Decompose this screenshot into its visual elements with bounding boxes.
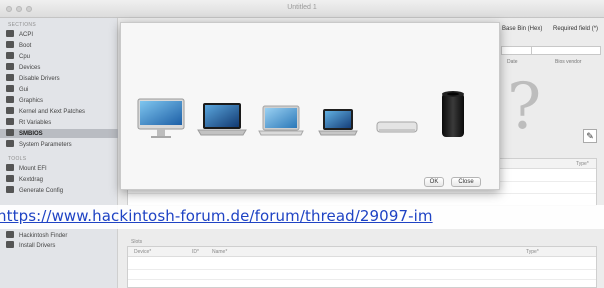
- kernel-patches-icon: [6, 107, 14, 114]
- sidebar-item-boot[interactable]: Boot: [6, 41, 118, 50]
- devices-icon: [6, 63, 14, 70]
- sidebar-item-label: Kextdrag: [19, 177, 44, 183]
- bios-vendor-label: Bios vendor: [555, 59, 582, 65]
- sidebar-section-heading-tools: TOOLS: [8, 156, 27, 162]
- sidebar-item-acpi[interactable]: ACPI: [6, 30, 118, 39]
- sidebar-item-smbios[interactable]: SMBIOS: [0, 129, 118, 138]
- close-button[interactable]: Close: [451, 177, 481, 187]
- sidebar-item-label: Rt Variables: [19, 120, 52, 126]
- slots-group-label: Slots: [131, 239, 143, 245]
- boot-icon: [6, 41, 14, 48]
- base-bin-header: Base Bin (Hex): [502, 26, 543, 32]
- sidebar-item-label: ACPI: [19, 32, 34, 38]
- mac-mini-icon: [376, 121, 418, 133]
- sidebar-tool-mount-efi[interactable]: Mount EFI: [6, 164, 118, 173]
- url-overlay: https://www.hackintosh-forum.de/forum/th…: [0, 205, 604, 229]
- sidebar: SECTIONS ACPI Boot Cpu Devices Disable D…: [0, 18, 118, 288]
- sidebar-tool-install-drivers[interactable]: Install Drivers: [6, 241, 118, 250]
- system-parameters-icon: [6, 140, 14, 147]
- sidebar-item-label: System Parameters: [19, 142, 72, 148]
- install-drivers-icon: [6, 241, 14, 248]
- forum-url-link[interactable]: https://www.hackintosh-forum.de/forum/th…: [0, 207, 433, 225]
- disable-drivers-icon: [6, 74, 14, 81]
- macbook-pro-option[interactable]: [197, 101, 247, 141]
- kextdrag-icon: [6, 175, 14, 182]
- sidebar-item-label: Devices: [19, 65, 41, 71]
- cpu-icon: [6, 52, 14, 59]
- table-row: [128, 193, 596, 194]
- sidebar-item-system-parameters[interactable]: System Parameters: [6, 140, 118, 149]
- sidebar-item-label: SMBIOS: [19, 131, 43, 137]
- gui-icon: [6, 85, 14, 92]
- mac-mini-option[interactable]: [375, 119, 419, 135]
- mac-pro-icon: [442, 91, 464, 137]
- sidebar-item-label: Gui: [19, 87, 29, 93]
- acpi-icon: [6, 30, 14, 37]
- ok-button[interactable]: OK: [424, 177, 444, 187]
- table-row: [128, 269, 596, 270]
- sidebar-tool-kextdrag[interactable]: Kextdrag: [6, 175, 118, 184]
- sidebar-item-gui[interactable]: Gui: [6, 85, 118, 94]
- sidebar-item-kernel-kext-patches[interactable]: Kernel and Kext Patches: [6, 107, 118, 116]
- imac-option[interactable]: [135, 97, 187, 141]
- required-field-header: Required field (*): [553, 26, 599, 32]
- macbook-air-icon: [258, 105, 304, 136]
- rt-variables-icon: [6, 118, 14, 125]
- sidebar-item-disable-drivers[interactable]: Disable Drivers: [6, 74, 118, 83]
- imac-icon: [137, 98, 185, 138]
- slots-col-id: ID*: [192, 249, 199, 255]
- smbios-icon: [6, 129, 14, 136]
- sidebar-tool-hackintosh-finder[interactable]: Hackintosh Finder: [6, 231, 118, 240]
- sidebar-item-label: Graphics: [19, 98, 44, 104]
- required-field[interactable]: [531, 46, 601, 55]
- app-window: Untitled 1 SECTIONS ACPI Boot Cpu Device…: [0, 0, 604, 288]
- sidebar-section-heading: SECTIONS: [8, 22, 36, 28]
- macbook-air-option[interactable]: [257, 103, 305, 141]
- macbook-pro-icon: [197, 103, 247, 136]
- sidebar-item-rt-variables[interactable]: Rt Variables: [6, 118, 118, 127]
- sidebar-item-label: Generate Config: [19, 188, 64, 194]
- window-title: Untitled 1: [287, 4, 317, 11]
- model-picker-sheet: OK Close: [120, 22, 500, 190]
- generate-config-icon: [6, 186, 14, 193]
- date-label: Date: [507, 59, 518, 65]
- slots-col-device: Device*: [134, 249, 152, 255]
- sidebar-item-devices[interactable]: Devices: [6, 63, 118, 72]
- graphics-icon: [6, 96, 14, 103]
- unknown-model-icon: ?: [507, 70, 542, 144]
- sidebar-item-cpu[interactable]: Cpu: [6, 52, 118, 61]
- mac-pro-option[interactable]: [439, 89, 467, 141]
- sidebar-item-label: Boot: [19, 43, 32, 49]
- table-row: [128, 279, 596, 280]
- title-bar: Untitled 1: [0, 0, 604, 18]
- macbook-icon: [318, 109, 358, 136]
- sidebar-item-label: Disable Drivers: [19, 76, 60, 82]
- slots-table-header: Device* ID* Name* Type*: [128, 247, 596, 257]
- top-table-type-header: Type*: [576, 161, 589, 167]
- sidebar-item-label: Install Drivers: [19, 243, 56, 249]
- mount-efi-icon: [6, 164, 14, 171]
- slots-col-name: Name*: [212, 249, 228, 255]
- macbook-option[interactable]: [317, 107, 359, 141]
- sidebar-item-graphics[interactable]: Graphics: [6, 96, 118, 105]
- slots-table[interactable]: Device* ID* Name* Type*: [127, 246, 597, 288]
- sidebar-tool-generate-config[interactable]: Generate Config: [6, 186, 118, 195]
- sidebar-item-label: Mount EFI: [19, 166, 47, 172]
- finder-icon: [6, 231, 14, 238]
- wrench-icon[interactable]: ✎: [583, 129, 597, 143]
- sidebar-item-label: Hackintosh Finder: [19, 233, 68, 239]
- sidebar-item-label: Cpu: [19, 54, 31, 60]
- slots-col-type: Type*: [526, 249, 539, 255]
- sidebar-item-label: Kernel and Kext Patches: [19, 109, 86, 115]
